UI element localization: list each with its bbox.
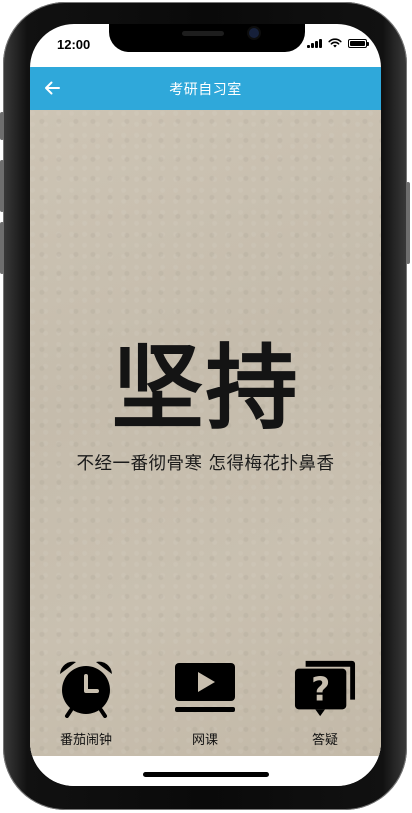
front-camera bbox=[249, 28, 259, 38]
video-play-icon bbox=[174, 658, 236, 718]
pomodoro-alarm-button[interactable]: 番茄闹钟 bbox=[42, 658, 130, 750]
notch bbox=[109, 24, 305, 52]
qa-button[interactable]: ? 答疑 bbox=[281, 658, 369, 750]
status-bar: 12:00 bbox=[30, 24, 381, 66]
page-title: 考研自习室 bbox=[169, 81, 242, 98]
power-button bbox=[406, 182, 410, 264]
speaker-grille bbox=[182, 31, 224, 36]
cellular-signal-icon bbox=[307, 38, 322, 48]
back-button[interactable] bbox=[40, 76, 64, 100]
pomodoro-alarm-label: 番茄闹钟 bbox=[59, 733, 112, 748]
svg-text:?: ? bbox=[311, 670, 330, 709]
status-time: 12:00 bbox=[57, 37, 91, 52]
battery-icon bbox=[348, 38, 369, 48]
mute-switch bbox=[0, 112, 4, 140]
home-area bbox=[30, 756, 381, 786]
online-course-button[interactable]: 网课 bbox=[161, 658, 249, 750]
qa-label: 答疑 bbox=[311, 733, 338, 748]
volume-down-button bbox=[0, 222, 4, 274]
status-icons bbox=[307, 38, 369, 48]
motto-sub-text: 不经一番彻骨寒 怎得梅花扑鼻香 bbox=[76, 454, 335, 474]
motto-main-text: 坚持 bbox=[111, 334, 300, 442]
app-header: 考研自习室 bbox=[30, 67, 381, 110]
main-content: 坚持 不经一番彻骨寒 怎得梅花扑鼻香 番茄闹钟 网课 ? 答疑 bbox=[30, 110, 381, 756]
question-cards-icon: ? bbox=[294, 658, 356, 718]
online-course-label: 网课 bbox=[191, 733, 218, 748]
phone-screen: 12:00 考研自习室 坚持 不经一番彻骨寒 怎得梅花扑鼻香 番茄闹钟 网课 ?… bbox=[30, 24, 381, 786]
wifi-icon bbox=[328, 38, 342, 48]
arrow-left-icon bbox=[45, 81, 60, 95]
home-indicator[interactable] bbox=[143, 772, 269, 777]
volume-up-button bbox=[0, 160, 4, 212]
alarm-clock-icon bbox=[55, 658, 117, 718]
